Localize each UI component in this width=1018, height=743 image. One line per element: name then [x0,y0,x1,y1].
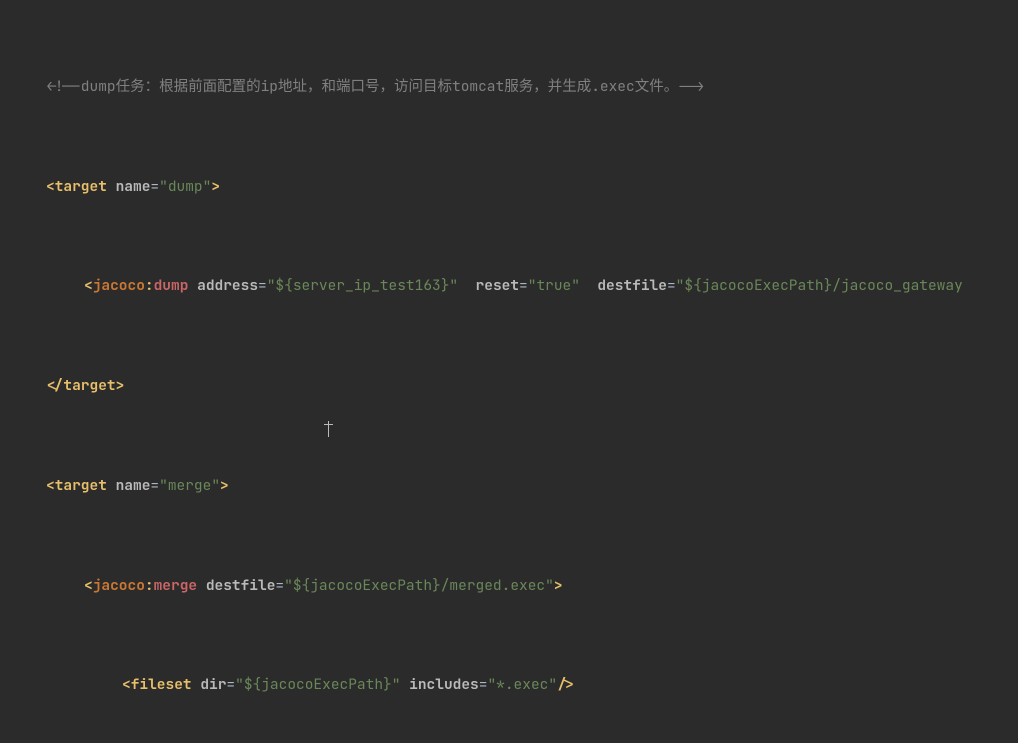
code-area[interactable]: <!--dump任务：根据前面配置的ip地址，和端口号，访问目标tomcat服务… [10,0,1018,743]
text-cursor-icon [328,421,329,439]
code-editor[interactable]: <!--dump任务：根据前面配置的ip地址，和端口号，访问目标tomcat服务… [0,0,1018,743]
code-line: <target name="merge"> [14,474,1018,499]
code-line: <target name="dump"> [14,175,1018,200]
code-line: <jacoco:merge destfile="${jacocoExecPath… [14,574,1018,599]
code-line: <!--dump任务：根据前面配置的ip地址，和端口号，访问目标tomcat服务… [14,75,1018,100]
code-line: </target> [14,374,1018,399]
code-line: <fileset dir="${jacocoExecPath}" include… [14,673,1018,698]
gutter [0,0,10,743]
code-line: <jacoco:dump address="${server_ip_test16… [14,274,1018,299]
